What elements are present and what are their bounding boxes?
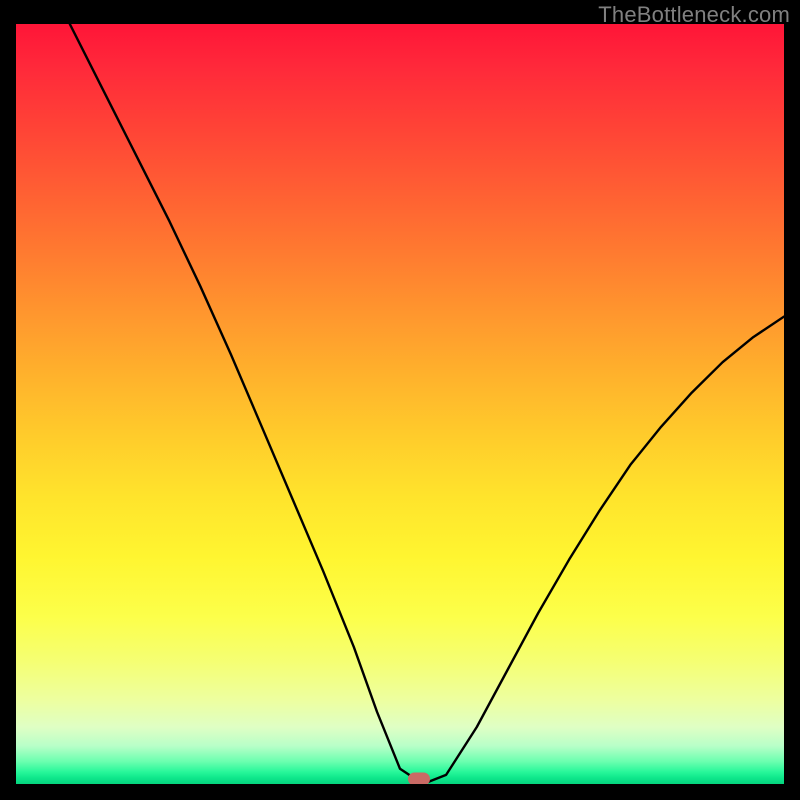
plot-area xyxy=(16,24,784,784)
optimal-point-marker xyxy=(408,772,430,784)
chart-frame: TheBottleneck.com xyxy=(0,0,800,800)
watermark-text: TheBottleneck.com xyxy=(598,2,790,28)
bottleneck-curve xyxy=(16,24,784,784)
